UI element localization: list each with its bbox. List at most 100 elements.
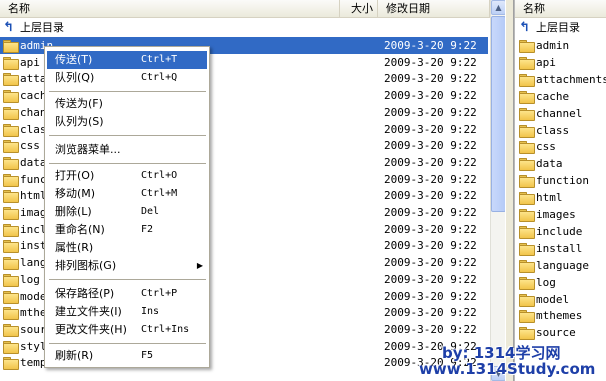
menu-separator: [49, 343, 206, 344]
file-name: channel: [536, 106, 583, 120]
right-parent-directory-label: 上层目录: [536, 21, 580, 34]
file-modified-date: 2009-3-20 9:22: [384, 289, 477, 303]
file-name: function: [536, 174, 589, 188]
menu-item-change-folder[interactable]: 更改文件夹(H) Ctrl+Ins: [47, 321, 207, 339]
folder-icon: [519, 124, 535, 138]
file-name: images: [536, 208, 576, 221]
menu-item-delete-label: 删除(L): [55, 205, 92, 218]
file-name: class: [536, 123, 570, 137]
menu-item-transfer-label: 传送(T): [55, 53, 93, 66]
folder-icon: [3, 307, 19, 321]
file-modified-date: 2009-3-20 9:22: [384, 72, 477, 86]
menu-item-refresh-shortcut: F5: [141, 350, 154, 361]
menu-item-properties[interactable]: 属性(R): [47, 239, 207, 257]
right-file-row[interactable]: language: [515, 257, 606, 274]
scroll-up-button[interactable]: ▲: [491, 0, 506, 15]
right-file-row[interactable]: log: [515, 274, 606, 291]
folder-icon: [3, 207, 19, 220]
folder-icon: [519, 90, 535, 104]
menu-item-move[interactable]: 移动(M) Ctrl+M: [47, 185, 207, 203]
folder-icon: [3, 173, 19, 187]
folder-icon: [3, 106, 19, 120]
file-modified-date: 2009-3-20 9:22: [384, 256, 477, 270]
column-header-modified-label: 修改日期: [386, 2, 430, 15]
menu-item-browser-menu[interactable]: 浏览器菜单...: [47, 141, 207, 159]
folder-icon: [3, 257, 19, 271]
file-modified-date: 2009-3-20 9:22: [384, 155, 477, 169]
folder-icon: [3, 240, 19, 254]
folder-icon: [519, 209, 535, 222]
menu-item-transfer[interactable]: 传送(T) Ctrl+T: [47, 51, 207, 69]
menu-item-queue-label: 队列(Q): [55, 71, 95, 84]
file-name: api: [20, 55, 40, 69]
right-file-row[interactable]: admin: [515, 37, 606, 54]
menu-item-move-label: 移动(M): [55, 187, 96, 200]
menu-item-queue-as[interactable]: 队列为(S): [47, 113, 207, 131]
right-file-row[interactable]: install: [515, 240, 606, 257]
folder-icon: [519, 192, 535, 206]
menu-item-arrange-icons[interactable]: 排列图标(G) ▶: [47, 257, 207, 275]
parent-directory-row[interactable]: ↰ 上层目录: [0, 19, 488, 36]
folder-icon: [3, 56, 19, 70]
menu-item-transfer-as[interactable]: 传送为(F): [47, 95, 207, 113]
file-modified-date: 2009-3-20 9:22: [384, 105, 477, 119]
right-file-row[interactable]: model: [515, 291, 606, 308]
folder-icon: [3, 90, 19, 104]
pane-splitter[interactable]: [505, 0, 514, 381]
right-file-row[interactable]: source: [515, 324, 606, 341]
menu-item-new-folder[interactable]: 建立文件夹(I) Ins: [47, 303, 207, 321]
right-column-header-name[interactable]: 名称: [515, 0, 606, 18]
folder-icon: [3, 323, 19, 337]
menu-item-save-path-shortcut: Ctrl+P: [141, 288, 178, 299]
file-name: log: [20, 272, 40, 286]
menu-item-open[interactable]: 打开(O) Ctrl+O: [47, 167, 207, 185]
folder-icon: [519, 225, 535, 239]
file-name: data: [20, 155, 47, 169]
folder-icon: [519, 175, 535, 189]
right-file-row[interactable]: channel: [515, 105, 606, 122]
menu-separator: [49, 91, 206, 92]
menu-item-properties-label: 属性(R): [55, 241, 94, 254]
file-modified-date: 2009-3-20 9:22: [384, 122, 477, 136]
right-parent-directory-row[interactable]: ↰ 上层目录: [515, 19, 606, 36]
right-file-row[interactable]: api: [515, 54, 606, 71]
right-file-row[interactable]: data: [515, 155, 606, 172]
left-column-header: 名称 大小 修改日期: [0, 0, 490, 18]
scroll-thumb[interactable]: [491, 16, 506, 212]
folder-icon: [519, 56, 535, 70]
folder-icon: [519, 107, 535, 121]
folder-icon: [519, 141, 535, 155]
right-file-row[interactable]: cache: [515, 88, 606, 105]
menu-item-queue-shortcut: Ctrl+Q: [141, 72, 178, 83]
file-name: attachments: [536, 72, 606, 86]
right-file-row[interactable]: function: [515, 172, 606, 189]
watermark-line-2: www.1314Study.com: [419, 360, 596, 378]
right-file-pane[interactable]: 名称 ↰ 上层目录 admin api attachments cache channe…: [514, 0, 606, 381]
right-file-row[interactable]: attachments: [515, 71, 606, 88]
menu-item-delete[interactable]: 删除(L) Del: [47, 203, 207, 221]
right-file-row[interactable]: mthemes: [515, 307, 606, 324]
menu-item-rename[interactable]: 重命名(N) F2: [47, 221, 207, 239]
right-file-row[interactable]: include: [515, 223, 606, 240]
menu-item-save-path[interactable]: 保存路径(P) Ctrl+P: [47, 285, 207, 303]
right-file-row[interactable]: images: [515, 206, 606, 223]
folder-icon: [519, 327, 535, 341]
file-name: model: [536, 292, 570, 306]
menu-item-refresh[interactable]: 刷新(R) F5: [47, 347, 207, 365]
column-header-name[interactable]: 名称: [0, 0, 340, 18]
menu-item-move-shortcut: Ctrl+M: [141, 188, 178, 199]
file-modified-date: 2009-3-20 9:22: [384, 322, 477, 336]
right-file-row[interactable]: class: [515, 122, 606, 139]
menu-item-arrange-icons-label: 排列图标(G): [55, 259, 117, 272]
folder-icon: [3, 340, 19, 354]
right-file-row[interactable]: css: [515, 138, 606, 155]
menu-item-new-folder-shortcut: Ins: [141, 306, 160, 317]
menu-item-rename-label: 重命名(N): [55, 223, 105, 236]
left-vertical-scrollbar[interactable]: ▲ ▼: [490, 0, 506, 381]
column-header-name-label: 名称: [8, 2, 30, 15]
right-file-row[interactable]: html: [515, 189, 606, 206]
column-header-size[interactable]: 大小: [340, 0, 378, 18]
menu-item-queue[interactable]: 队列(Q) Ctrl+Q: [47, 69, 207, 87]
column-header-modified[interactable]: 修改日期: [378, 0, 490, 18]
menu-item-rename-shortcut: F2: [141, 224, 154, 235]
